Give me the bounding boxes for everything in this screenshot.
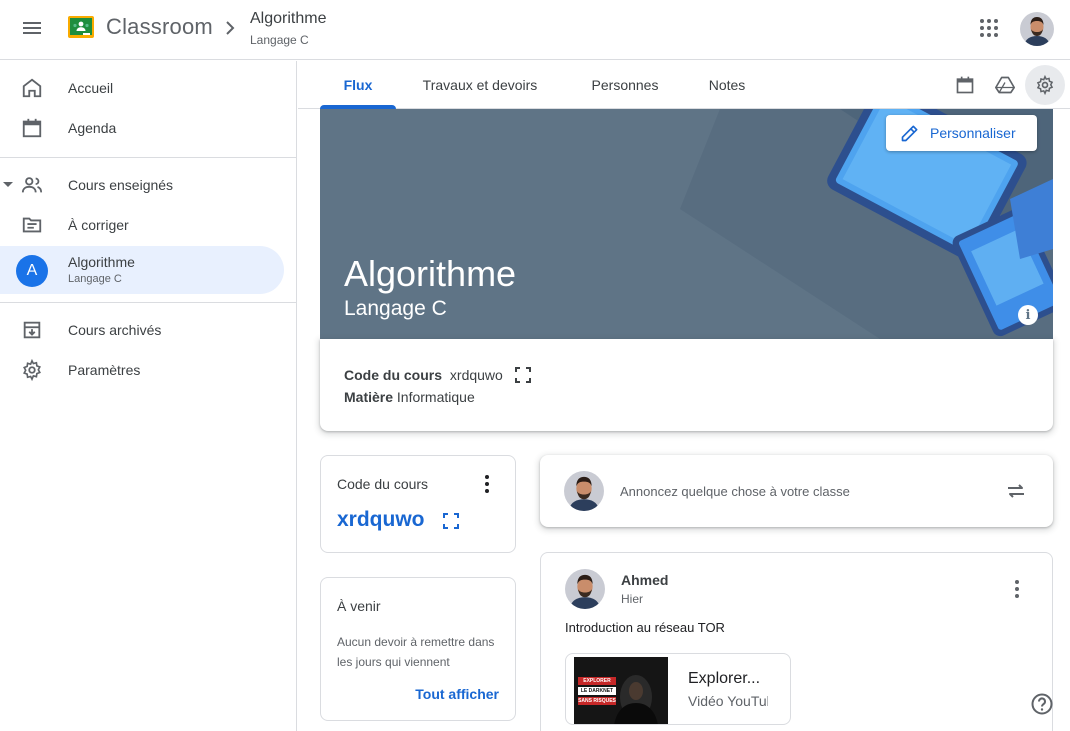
account-avatar[interactable] <box>1020 12 1054 46</box>
course-avatar: A <box>16 255 48 287</box>
menu-button[interactable] <box>12 8 52 48</box>
subject-line: Matière Informatique <box>344 389 475 405</box>
announce-placeholder[interactable]: Annoncez quelque chose à votre classe <box>620 484 850 499</box>
post-time: Hier <box>621 592 644 606</box>
fullscreen-icon[interactable] <box>514 367 531 383</box>
course-banner: Algorithme Langage C Personnaliser i <box>320 109 1053 339</box>
archive-icon <box>20 318 44 342</box>
menu-icon <box>23 22 41 34</box>
top-app-bar: Classroom Algorithme Langage C <box>0 0 1070 60</box>
more-vert-icon[interactable] <box>475 472 499 496</box>
course-code-value: xrdquwo <box>449 367 503 383</box>
breadcrumb-title[interactable]: Algorithme <box>250 10 326 28</box>
class-code-card: Code du cours xrdquwo <box>320 455 516 553</box>
sidebar-course-name: Algorithme <box>68 254 135 270</box>
drive-icon <box>995 76 1015 94</box>
sidebar-item-label: Agenda <box>68 120 117 136</box>
course-code-line: Code du cours xrdquwo <box>344 367 531 383</box>
sidebar-divider <box>0 157 296 158</box>
sidebar-item-label: À corriger <box>68 217 129 233</box>
stream-post: Ahmed Hier Introduction au réseau TOR EX… <box>540 552 1053 731</box>
sidebar-item-to-review[interactable]: À corriger <box>0 202 284 248</box>
sidebar-item-label: Cours enseignés <box>68 177 174 193</box>
classroom-logo-icon[interactable] <box>68 16 94 38</box>
video-attachment[interactable]: EXPLORER LE DARKNET SANS RISQUES Explore… <box>565 653 791 725</box>
video-title: Explorer... <box>688 670 761 687</box>
sidebar-divider <box>0 302 296 303</box>
pencil-icon <box>901 125 918 142</box>
breadcrumb-subtitle: Langage C <box>250 33 309 47</box>
help-icon[interactable] <box>1030 692 1054 716</box>
video-thumbnail: EXPLORER LE DARKNET SANS RISQUES <box>574 657 668 724</box>
tab-stream[interactable]: Flux <box>320 61 396 109</box>
sidebar-item-label: Cours archivés <box>68 322 162 338</box>
google-apps-button[interactable] <box>969 8 1009 48</box>
thumbnail-line: EXPLORER <box>583 678 611 684</box>
banner-course-section: Langage C <box>344 297 447 320</box>
thumbnail-line: LE DARKNET <box>580 688 614 694</box>
avatar <box>565 569 605 609</box>
upcoming-title: À venir <box>337 598 381 614</box>
upcoming-empty-text: Aucun devoir à remettre dans les jours q… <box>337 635 495 669</box>
customize-button[interactable]: Personnaliser <box>886 115 1037 151</box>
post-text: Introduction au réseau TOR <box>565 620 725 635</box>
sidebar-item-settings[interactable]: Paramètres <box>0 347 284 393</box>
drive-folder-button[interactable] <box>985 65 1025 105</box>
customize-label: Personnaliser <box>930 125 1016 141</box>
calendar-icon <box>20 116 44 140</box>
subject-label: Matière <box>344 389 394 405</box>
avatar <box>564 471 604 511</box>
calendar-button[interactable] <box>945 65 985 105</box>
class-code-value: xrdquwo <box>337 508 425 531</box>
more-vert-icon[interactable] <box>1005 577 1029 601</box>
subject-value: Informatique <box>396 389 475 405</box>
post-author: Ahmed <box>621 572 669 588</box>
course-code-label: Code du cours <box>344 367 443 383</box>
sidebar-item-calendar[interactable]: Agenda <box>0 105 284 151</box>
info-icon[interactable]: i <box>1018 305 1038 325</box>
sidebar-course-section: Langage C <box>68 273 122 285</box>
thumbnail-line: SANS RISQUES <box>578 698 616 704</box>
video-type: Vidéo YouTube <box>688 693 768 709</box>
apps-grid-icon <box>980 19 998 37</box>
sidebar-item-label: Paramètres <box>68 362 141 378</box>
home-icon <box>20 76 44 100</box>
calendar-icon <box>956 76 974 94</box>
navigation-drawer: Accueil Agenda Cours enseignés À corrige… <box>0 61 297 731</box>
stream-content: Algorithme Langage C Personnaliser i Cod… <box>298 109 1070 731</box>
brand-name[interactable]: Classroom <box>106 14 213 40</box>
class-code-card-title: Code du cours <box>337 476 429 492</box>
banner-course-title: Algorithme <box>344 253 517 294</box>
gear-icon <box>1036 75 1054 95</box>
upcoming-card: À venir Aucun devoir à remettre dans les… <box>320 577 516 721</box>
tab-grades[interactable]: Notes <box>694 61 760 109</box>
course-tabs-bar: Flux Travaux et devoirs Personnes Notes <box>298 61 1070 109</box>
course-details-card: Code du cours xrdquwo Matière Informatiq… <box>320 339 1053 431</box>
people-icon <box>20 173 44 197</box>
gear-icon <box>20 358 44 382</box>
sidebar-item-label: Accueil <box>68 80 114 96</box>
sidebar-item-course-algorithme[interactable]: A Algorithme Langage C <box>0 246 284 294</box>
tab-people[interactable]: Personnes <box>578 61 672 109</box>
caret-down-icon[interactable] <box>3 182 13 187</box>
fullscreen-icon[interactable] <box>443 513 459 529</box>
chevron-right-icon <box>226 21 235 35</box>
view-all-link[interactable]: Tout afficher <box>415 686 499 702</box>
folder-review-icon <box>20 213 44 237</box>
class-settings-button[interactable] <box>1025 65 1065 105</box>
announce-box[interactable]: Annoncez quelque chose à votre classe <box>540 455 1053 527</box>
tab-classwork[interactable]: Travaux et devoirs <box>408 61 552 109</box>
repost-icon[interactable] <box>1004 479 1028 503</box>
